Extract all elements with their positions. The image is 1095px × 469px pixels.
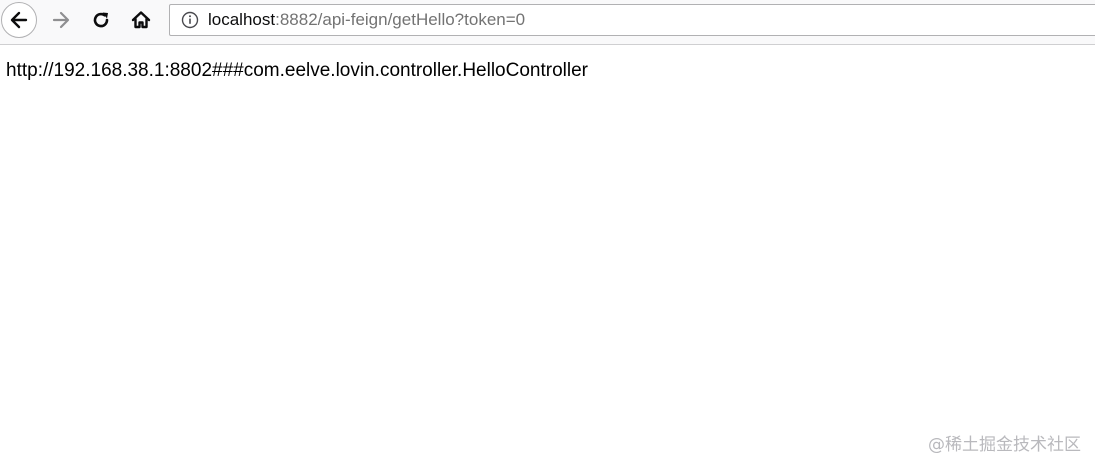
- forward-button[interactable]: [43, 2, 79, 38]
- browser-toolbar: localhost:8882/api-feign/getHello?token=…: [0, 0, 1095, 45]
- arrow-right-icon: [52, 11, 70, 29]
- watermark: @稀土掘金技术社区: [928, 435, 1081, 455]
- info-circle-icon[interactable]: [174, 5, 206, 35]
- url-host: localhost: [208, 10, 276, 29]
- url-path: :8882/api-feign/getHello?token=0: [275, 10, 526, 29]
- back-button[interactable]: [1, 2, 37, 38]
- page-body-text: http://192.168.38.1:8802###com.eelve.lov…: [6, 60, 588, 81]
- arrow-left-icon: [10, 11, 28, 29]
- home-icon: [131, 11, 151, 29]
- reload-icon: [93, 12, 109, 28]
- url-bar[interactable]: localhost:8882/api-feign/getHello?token=…: [169, 4, 1095, 36]
- home-button[interactable]: [123, 2, 159, 38]
- url-text[interactable]: localhost:8882/api-feign/getHello?token=…: [208, 10, 525, 30]
- reload-button[interactable]: [83, 2, 119, 38]
